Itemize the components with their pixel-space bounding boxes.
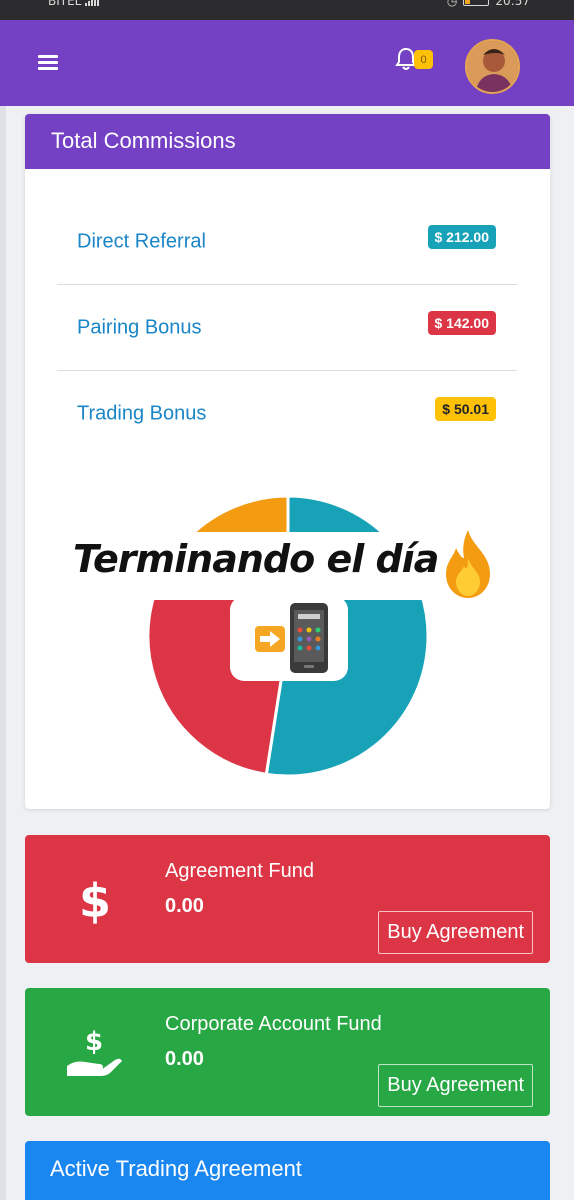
buy-agreement-button[interactable]: Buy Agreement [378,911,533,954]
fund-value: 0.00 [165,895,204,917]
agreement-fund-card: $ Agreement Fund 0.00 Buy Agreement [25,835,550,963]
commission-label[interactable]: Direct Referral [77,231,206,254]
hand-dollar-icon: $ [67,1027,122,1076]
sidebar-edge [0,106,6,1200]
commission-row-pairing-bonus: Pairing Bonus $ 142.00 [57,285,517,371]
buy-agreement-button[interactable]: Buy Agreement [378,1064,533,1107]
status-bar: BITEL ◷ 15 20:57 [0,0,574,20]
mobile-phone-icon [290,603,328,673]
menu-icon[interactable] [38,55,58,71]
card-title: Active Trading Agreement [50,1156,302,1181]
commission-row-trading-bonus: Trading Bonus $ 50.01 [57,371,517,457]
signal-icon [85,0,100,6]
fire-icon [446,530,490,598]
clock: 20:57 [495,0,530,8]
story-overlay-text: Terminando el día [73,537,439,581]
commission-label[interactable]: Trading Bonus [77,403,206,426]
total-commissions-card: Total Commissions Direct Referral $ 212.… [25,114,550,809]
fund-value: 0.00 [165,1048,204,1070]
commission-row-direct-referral: Direct Referral $ 212.00 [57,199,517,285]
battery-icon [463,0,490,6]
fund-title: Agreement Fund [165,860,314,882]
card-title: Total Commissions [25,114,550,169]
avatar[interactable] [465,39,520,94]
commission-badge: $ 212.00 [427,225,496,249]
avatar-image [467,41,518,92]
dollar-icon: $ [80,875,110,925]
commission-label[interactable]: Pairing Bonus [77,317,202,340]
top-navbar: 0 [0,20,574,106]
arrow-right-icon [255,626,285,652]
notification-badge[interactable]: 0 [414,50,433,69]
status-right: ◷ 15 20:57 [447,0,530,8]
svg-text:$: $ [85,1027,103,1057]
svg-text:$: $ [80,875,110,925]
fund-title: Corporate Account Fund [165,1013,382,1035]
corporate-account-fund-card: $ Corporate Account Fund 0.00 Buy Agreem… [25,988,550,1116]
commission-badge: $ 142.00 [427,311,496,335]
carrier-label: BITEL [48,0,82,8]
status-left: BITEL [48,0,100,8]
active-trading-agreement-card: Active Trading Agreement [25,1141,550,1200]
alarm-icon: ◷ [446,0,458,8]
commission-badge: $ 50.01 [435,397,496,421]
